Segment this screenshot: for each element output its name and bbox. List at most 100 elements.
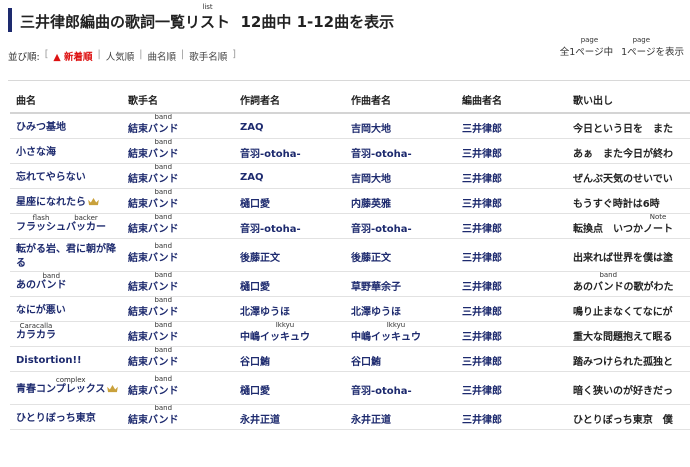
song-title-link[interactable]: ひとりぼっち東京	[10, 404, 122, 430]
arranger-link[interactable]: 三井律郎	[456, 138, 567, 164]
lyric-ruby-base: バンド	[593, 282, 624, 293]
singer-link[interactable]: 結束 band バンド	[122, 163, 234, 189]
table-row: flash フラッシュ backer バッカー 結束 band バンド 音羽-otoha- 音羽…	[10, 213, 690, 239]
singer-ruby-base: バンド	[148, 174, 179, 185]
arranger-link[interactable]: 三井律郎	[456, 188, 567, 214]
pager-current-ruby-base: ページ	[627, 47, 656, 58]
singer-ruby: band バンド	[148, 404, 179, 426]
composer-link[interactable]: 後藤正文	[345, 238, 456, 272]
sort-close-bracket: ]	[232, 49, 236, 60]
column-header-song: 曲名	[10, 87, 122, 114]
song-title-link[interactable]: あの band バンド	[10, 271, 122, 297]
lyricist-link[interactable]: 樋口愛	[234, 371, 345, 405]
song-title-link[interactable]: 青春 complex コンプレックス	[10, 371, 122, 405]
composer-prefix: 中嶋	[351, 332, 371, 343]
composer-link[interactable]: 音羽-otoha-	[345, 213, 456, 239]
song-title-ruby: band バンド	[36, 272, 67, 293]
song-title-link[interactable]: 忘れてやらない	[10, 163, 122, 189]
song-table: 曲名 歌手名 作詞者名 作曲者名 編曲者名 歌い出し ひみつ基地 結束 band バン…	[10, 87, 690, 430]
title-suffix: 12曲中 1-12曲を表示	[230, 13, 395, 31]
sort-option-newest[interactable]: ▲ 新着順	[53, 49, 92, 63]
singer-ruby-base: バンド	[148, 386, 179, 397]
composer-link[interactable]: 谷口鮪	[345, 346, 456, 372]
arranger-link[interactable]: 三井律郎	[456, 163, 567, 189]
lyricist-link[interactable]: 永井正道	[234, 404, 345, 430]
singer-link[interactable]: 結束 band バンド	[122, 404, 234, 430]
composer-ruby: Ikkyu イッキュウ	[371, 321, 421, 343]
lyricist-link[interactable]: 北澤ゆうほ	[234, 296, 345, 322]
composer-link[interactable]: 音羽-otoha-	[345, 371, 456, 405]
lyricist-link[interactable]: 音羽-otoha-	[234, 138, 345, 164]
arranger-text: 三井律郎	[462, 149, 502, 160]
composer-text: 音羽-otoha-	[351, 149, 412, 160]
composer-link[interactable]: 草野華余子	[345, 271, 456, 297]
song-title-link[interactable]: Distortion!!	[10, 346, 122, 372]
composer-link[interactable]: 吉岡大地	[345, 113, 456, 139]
arranger-text: 三井律郎	[462, 282, 502, 293]
singer-link[interactable]: 結束 band バンド	[122, 238, 234, 272]
song-title-text: 小さな海	[16, 146, 56, 158]
lyric-text: ぜんぶ天気のせいでい	[573, 174, 673, 185]
song-title-link[interactable]: Caracalla カラカラ	[10, 321, 122, 347]
arranger-link[interactable]: 三井律郎	[456, 238, 567, 272]
singer-link[interactable]: 結束 band バンド	[122, 371, 234, 405]
lyricist-link[interactable]: 樋口愛	[234, 188, 345, 214]
sort-option-title[interactable]: 曲名順	[147, 49, 176, 63]
song-title-link[interactable]: ひみつ基地	[10, 113, 122, 139]
lyric-start: あぁ また今日が終わ	[567, 138, 690, 164]
arranger-link[interactable]: 三井律郎	[456, 271, 567, 297]
singer-link[interactable]: 結束 band バンド	[122, 188, 234, 214]
table-row: Distortion!! 結束 band バンド 谷口鮪 谷口鮪 三井律郎 踏みつけられた孤独…	[10, 346, 690, 372]
column-header-arranger: 編曲者名	[456, 87, 567, 114]
singer-link[interactable]: 結束 band バンド	[122, 213, 234, 239]
page-title: 三井律郎編曲の歌詞一覧 list リスト 12曲中 1-12曲を表示	[20, 3, 395, 32]
song-title-ruby: backer バッカー	[66, 214, 106, 235]
singer-link[interactable]: 結束 band バンド	[122, 138, 234, 164]
lyricist-link[interactable]: 谷口鮪	[234, 346, 345, 372]
table-row: ひとりぼっち東京 結束 band バンド 永井正道 永井正道 三井律郎 ひとりぼっち東京 僕	[10, 404, 690, 430]
lyric-start: 暗く狭いのが好きだっ	[567, 371, 690, 405]
sort-option-singer[interactable]: 歌手名順	[189, 49, 227, 63]
composer-link[interactable]: 吉岡大地	[345, 163, 456, 189]
arranger-link[interactable]: 三井律郎	[456, 113, 567, 139]
song-title-link[interactable]: flash フラッシュ backer バッカー	[10, 213, 122, 239]
lyricist-link[interactable]: 音羽-otoha-	[234, 213, 345, 239]
song-title-text: ひとりぼっち東京	[16, 412, 96, 424]
song-title-text: Distortion!!	[16, 354, 82, 366]
singer-link[interactable]: 結束 band バンド	[122, 321, 234, 347]
song-title-link[interactable]: なにが悪い	[10, 296, 122, 322]
arranger-link[interactable]: 三井律郎	[456, 321, 567, 347]
singer-link[interactable]: 結束 band バンド	[122, 113, 234, 139]
table-row: あの band バンド 結束 band バンド 樋口愛 草野華余子 三井律郎 あの band バンドの…	[10, 271, 690, 297]
lyricist-link[interactable]: ZAQ	[234, 113, 345, 139]
composer-link[interactable]: 内藤英雅	[345, 188, 456, 214]
song-title-ruby-text: complex	[55, 375, 86, 384]
arranger-link[interactable]: 三井律郎	[456, 213, 567, 239]
arranger-text: 三井律郎	[462, 253, 502, 264]
lyricist-link[interactable]: 樋口愛	[234, 271, 345, 297]
composer-text: 音羽-otoha-	[351, 386, 412, 397]
arranger-link[interactable]: 三井律郎	[456, 404, 567, 430]
composer-link[interactable]: 音羽-otoha-	[345, 138, 456, 164]
singer-link[interactable]: 結束 band バンド	[122, 296, 234, 322]
composer-link[interactable]: 北澤ゆうほ	[345, 296, 456, 322]
lyricist-link[interactable]: ZAQ	[234, 163, 345, 189]
song-title-link[interactable]: 転がる岩、君に朝が降る	[10, 238, 122, 272]
singer-link[interactable]: 結束 band バンド	[122, 271, 234, 297]
song-title-link[interactable]: 小さな海	[10, 138, 122, 164]
song-title-link[interactable]: 星座になれたら	[10, 188, 122, 214]
composer-link[interactable]: 中嶋 Ikkyu イッキュウ	[345, 321, 456, 347]
pager-info: 全1 page ページ中 1 page ページを表示	[560, 36, 684, 58]
lyric-text: 重大な問題抱えて眠る	[573, 332, 673, 343]
singer-link[interactable]: 結束 band バンド	[122, 346, 234, 372]
composer-link[interactable]: 永井正道	[345, 404, 456, 430]
arranger-link[interactable]: 三井律郎	[456, 296, 567, 322]
singer-ruby: band バンド	[148, 321, 179, 343]
lyricist-link[interactable]: 後藤正文	[234, 238, 345, 272]
arranger-link[interactable]: 三井律郎	[456, 346, 567, 372]
lyric-ruby-base: ノート	[643, 224, 673, 235]
table-header-row: 曲名 歌手名 作詞者名 作曲者名 編曲者名 歌い出し	[10, 87, 690, 114]
sort-option-popular[interactable]: 人気順	[106, 49, 135, 63]
lyricist-link[interactable]: 中嶋 Ikkyu イッキュウ	[234, 321, 345, 347]
arranger-link[interactable]: 三井律郎	[456, 371, 567, 405]
